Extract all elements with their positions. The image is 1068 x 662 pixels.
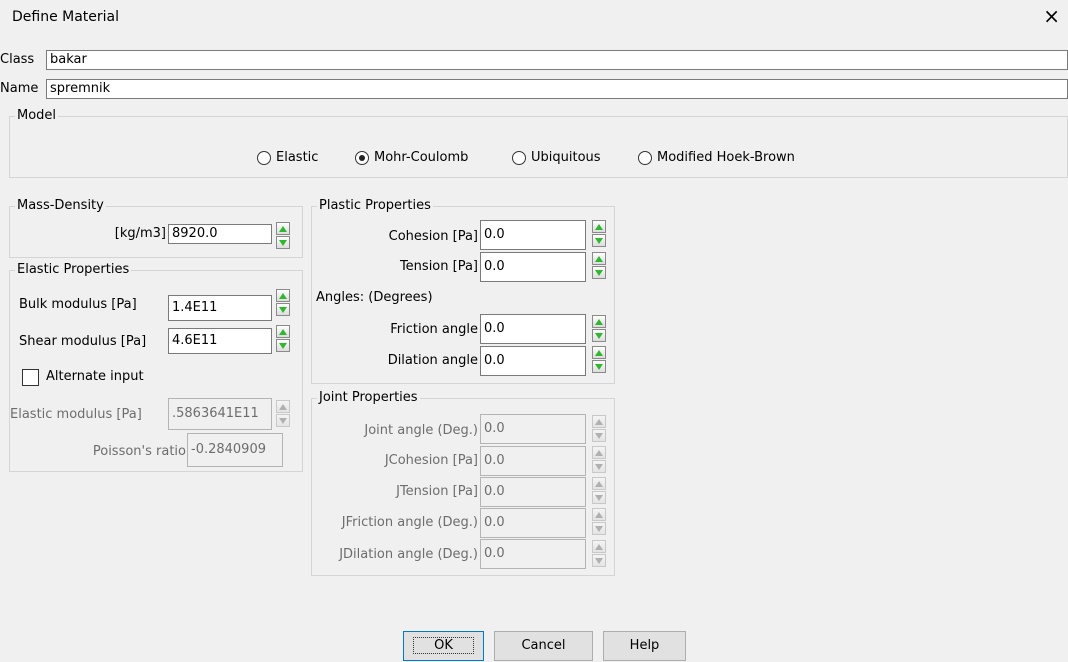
bulk-modulus-input[interactable]: 1.4E11 bbox=[168, 295, 272, 321]
radio-mohr-coulomb-label: Mohr-Coulomb bbox=[374, 150, 469, 165]
dilation-angle-label: Dilation angle bbox=[387, 353, 478, 368]
close-icon[interactable]: × bbox=[1043, 6, 1060, 26]
jcohesion-label: JCohesion [Pa] bbox=[384, 453, 478, 468]
plastic-legend: Plastic Properties bbox=[317, 198, 433, 213]
cohesion-input[interactable]: 0.0 bbox=[480, 220, 586, 250]
joint-angle-label: Joint angle (Deg.) bbox=[364, 423, 478, 438]
help-button[interactable]: Help bbox=[603, 631, 686, 661]
joint-legend: Joint Properties bbox=[317, 390, 420, 405]
radio-mohr-coulomb-button[interactable] bbox=[355, 150, 369, 165]
cancel-button[interactable]: Cancel bbox=[494, 631, 593, 661]
poissons-ratio-label: Poisson's ratio bbox=[92, 444, 186, 459]
density-input[interactable]: 8920.0 bbox=[168, 224, 272, 244]
ok-button[interactable]: OK bbox=[403, 631, 484, 661]
angles-label: Angles: (Degrees) bbox=[316, 290, 433, 305]
radio-modified-hoek-brown-label: Modified Hoek-Brown bbox=[657, 150, 795, 165]
class-label: Class bbox=[0, 52, 35, 67]
density-spinner[interactable] bbox=[276, 222, 290, 250]
shear-modulus-label: Shear modulus [Pa] bbox=[19, 334, 147, 349]
class-input[interactable]: bakar bbox=[46, 50, 1068, 70]
model-group bbox=[9, 116, 1068, 178]
radio-ubiquitous-label: Ubiquitous bbox=[531, 150, 601, 165]
elastic-legend: Elastic Properties bbox=[15, 262, 132, 277]
jtension-spinner bbox=[592, 477, 606, 505]
name-input[interactable]: spremnik bbox=[46, 79, 1068, 99]
mass-density-legend: Mass-Density bbox=[15, 198, 106, 213]
jfriction-angle-spinner bbox=[592, 508, 606, 536]
radio-ubiquitous-button[interactable] bbox=[512, 150, 526, 165]
jcohesion-input: 0.0 bbox=[480, 446, 586, 476]
bulk-modulus-label: Bulk modulus [Pa] bbox=[19, 297, 137, 312]
elastic-modulus-label: Elastic modulus [Pa] bbox=[10, 407, 142, 422]
alternate-input-label: Alternate input bbox=[46, 369, 144, 384]
jdilation-angle-label: JDilation angle (Deg.) bbox=[339, 547, 478, 562]
jcohesion-spinner bbox=[592, 446, 606, 474]
dilation-angle-spinner[interactable] bbox=[592, 346, 606, 374]
joint-angle-input: 0.0 bbox=[480, 414, 586, 444]
cohesion-label: Cohesion [Pa] bbox=[388, 229, 478, 244]
radio-elastic-button[interactable] bbox=[257, 150, 271, 165]
jtension-label: JTension [Pa] bbox=[396, 484, 478, 499]
radio-modified-hoek-brown[interactable]: Modified Hoek-Brown bbox=[638, 150, 795, 165]
jfriction-angle-label: JFriction angle (Deg.) bbox=[341, 515, 478, 530]
elastic-modulus-input: .5863641E11 bbox=[168, 398, 272, 430]
friction-angle-label: Friction angle bbox=[390, 322, 478, 337]
dilation-angle-input[interactable]: 0.0 bbox=[480, 346, 586, 376]
radio-elastic-label: Elastic bbox=[276, 150, 319, 165]
tension-label: Tension [Pa] bbox=[399, 259, 478, 274]
radio-modified-hoek-brown-button[interactable] bbox=[638, 150, 652, 165]
shear-modulus-spinner[interactable] bbox=[276, 325, 290, 353]
radio-mohr-coulomb[interactable]: Mohr-Coulomb bbox=[355, 150, 468, 165]
radio-ubiquitous[interactable]: Ubiquitous bbox=[512, 150, 601, 165]
tension-input[interactable]: 0.0 bbox=[480, 252, 586, 282]
joint-angle-spinner bbox=[592, 415, 606, 443]
poissons-ratio-input: -0.2840909 bbox=[187, 433, 283, 467]
alternate-input-checkbox[interactable] bbox=[22, 369, 39, 386]
window-title: Define Material bbox=[12, 9, 120, 25]
bulk-modulus-spinner[interactable] bbox=[276, 289, 290, 317]
elastic-modulus-spinner bbox=[276, 400, 290, 428]
name-label: Name bbox=[0, 81, 39, 96]
density-unit-label: [kg/m3] bbox=[114, 226, 166, 241]
jdilation-angle-spinner bbox=[592, 540, 606, 568]
shear-modulus-input[interactable]: 4.6E11 bbox=[168, 328, 272, 354]
cohesion-spinner[interactable] bbox=[592, 220, 606, 248]
friction-angle-input[interactable]: 0.0 bbox=[480, 314, 586, 344]
friction-angle-spinner[interactable] bbox=[592, 315, 606, 343]
jtension-input: 0.0 bbox=[480, 477, 586, 507]
jfriction-angle-input: 0.0 bbox=[480, 508, 586, 538]
radio-elastic[interactable]: Elastic bbox=[257, 150, 318, 165]
jdilation-angle-input: 0.0 bbox=[480, 539, 586, 569]
ok-button-label: OK bbox=[413, 637, 474, 654]
model-legend: Model bbox=[15, 108, 59, 123]
tension-spinner[interactable] bbox=[592, 252, 606, 280]
